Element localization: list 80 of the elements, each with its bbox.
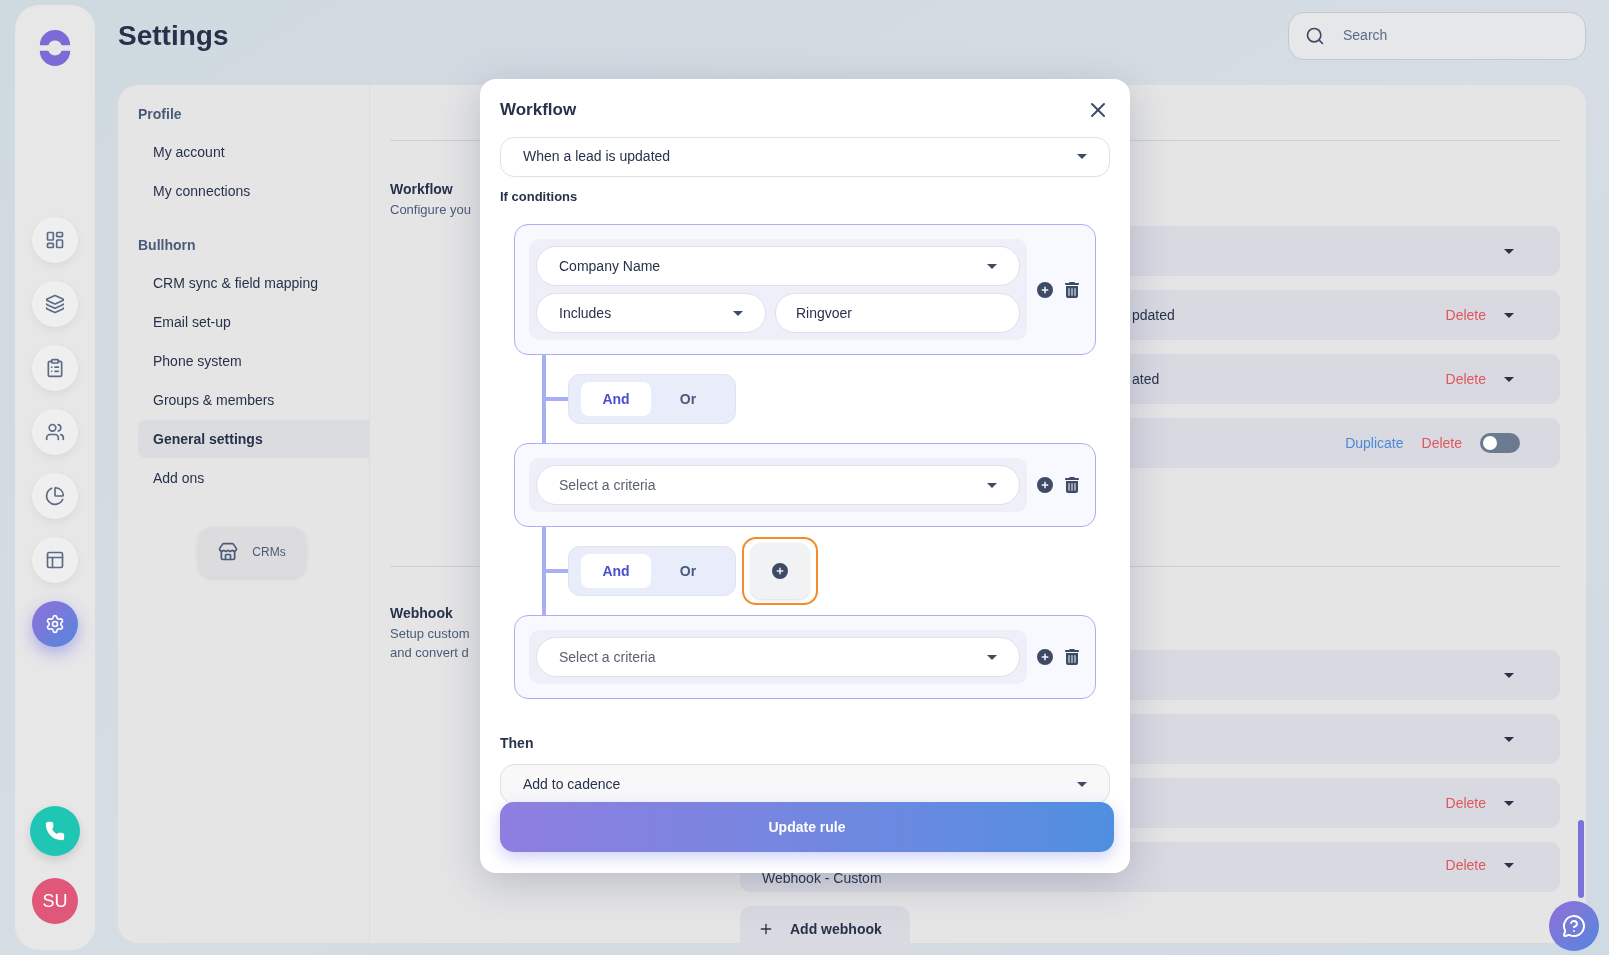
nav-item[interactable]: CRM sync & field mapping bbox=[138, 264, 369, 302]
delete-icon[interactable] bbox=[1065, 281, 1079, 298]
nav-section-heading: Bullhorn bbox=[138, 236, 197, 255]
nav-item[interactable]: Groups & members bbox=[138, 381, 369, 419]
search-field[interactable]: Search bbox=[1288, 11, 1586, 60]
caret-icon bbox=[987, 263, 997, 269]
page-title: Settings bbox=[118, 18, 229, 53]
dashboard-nav-button[interactable] bbox=[32, 217, 78, 263]
row-title: pdated bbox=[1132, 305, 1175, 325]
criteria-select[interactable]: Select a criteria bbox=[536, 465, 1020, 505]
delete-icon[interactable] bbox=[1065, 477, 1079, 493]
settings-icon bbox=[45, 614, 65, 634]
plus-icon bbox=[772, 563, 788, 579]
value-input[interactable]: Ringvoer bbox=[775, 293, 1020, 333]
tasks-nav-button[interactable] bbox=[32, 345, 78, 391]
team-icon bbox=[45, 422, 65, 442]
reports-nav-button[interactable] bbox=[32, 473, 78, 519]
caret-icon bbox=[1077, 154, 1087, 159]
logic-option[interactable]: And bbox=[581, 554, 651, 588]
caret-icon bbox=[1504, 800, 1514, 806]
section-description: Setup custom bbox=[390, 625, 470, 643]
row-title: ated bbox=[1132, 369, 1160, 389]
caret-icon bbox=[987, 482, 997, 488]
caret-icon bbox=[987, 654, 997, 660]
help-icon bbox=[1562, 914, 1586, 938]
logic-option[interactable]: Or bbox=[653, 554, 723, 588]
section-description: and convert d bbox=[390, 644, 469, 662]
row-title: Webhook - Custom bbox=[762, 869, 882, 888]
caret-icon bbox=[1504, 863, 1514, 868]
nav-item[interactable]: Phone system bbox=[138, 342, 369, 380]
caret-icon bbox=[1504, 376, 1514, 382]
operator-select[interactable]: Includes bbox=[536, 293, 766, 333]
criteria-select[interactable]: Select a criteria bbox=[536, 637, 1020, 677]
tasks-icon bbox=[45, 358, 65, 378]
delete-icon[interactable] bbox=[1065, 649, 1079, 665]
inbox-nav-button[interactable] bbox=[32, 281, 78, 327]
search-icon bbox=[1305, 25, 1325, 46]
section-title: Webhook bbox=[390, 604, 453, 623]
add-condition-icon[interactable] bbox=[1037, 281, 1053, 298]
toggle-switch[interactable] bbox=[1480, 433, 1520, 453]
caret-icon bbox=[1077, 781, 1087, 787]
add-condition-icon[interactable] bbox=[1037, 477, 1053, 493]
crms-button[interactable]: CRMs bbox=[198, 527, 306, 577]
nav-item[interactable]: My connections bbox=[138, 172, 369, 210]
caret-icon bbox=[1504, 248, 1514, 254]
layout-nav-button[interactable] bbox=[32, 537, 78, 583]
logic-option[interactable]: Or bbox=[653, 382, 723, 416]
then-label: Then bbox=[500, 734, 535, 753]
criteria-select[interactable]: Company Name bbox=[536, 246, 1020, 286]
caret-icon bbox=[1504, 736, 1514, 742]
add-webhook-button[interactable]: Add webhook bbox=[740, 906, 910, 952]
add-group-button[interactable] bbox=[742, 537, 818, 605]
dialog-title: Workflow bbox=[500, 99, 577, 121]
section-title: Workflow bbox=[390, 180, 453, 199]
help-button[interactable] bbox=[1549, 901, 1599, 951]
layout-icon bbox=[45, 550, 65, 570]
inbox-icon bbox=[45, 294, 65, 314]
store-icon bbox=[218, 542, 239, 562]
nav-section-heading: Profile bbox=[138, 105, 183, 124]
caret-icon bbox=[1504, 312, 1514, 318]
nav-item[interactable]: My account bbox=[138, 133, 369, 171]
settings-nav-button[interactable] bbox=[32, 601, 78, 647]
phone-icon bbox=[45, 821, 65, 841]
logic-option[interactable]: And bbox=[581, 382, 651, 416]
nav-item[interactable]: Email set-up bbox=[138, 303, 369, 341]
user-avatar[interactable]: SU bbox=[32, 878, 78, 924]
plus-icon bbox=[758, 921, 774, 937]
section-description: Configure you bbox=[390, 201, 471, 219]
add-condition-icon[interactable] bbox=[1037, 649, 1053, 665]
caret-icon bbox=[1504, 672, 1514, 678]
reports-icon bbox=[45, 486, 65, 506]
nav-item[interactable]: General settings bbox=[138, 420, 369, 458]
caret-icon bbox=[733, 310, 743, 316]
search-input[interactable]: Search bbox=[1343, 25, 1569, 46]
action-select[interactable]: Add to cadence bbox=[500, 764, 1110, 804]
trigger-select[interactable]: When a lead is updated bbox=[500, 136, 1110, 177]
dashboard-icon bbox=[45, 230, 65, 250]
team-nav-button[interactable] bbox=[32, 409, 78, 455]
nav-item[interactable]: Add ons bbox=[138, 459, 369, 497]
conditions-label: If conditions bbox=[500, 187, 579, 206]
